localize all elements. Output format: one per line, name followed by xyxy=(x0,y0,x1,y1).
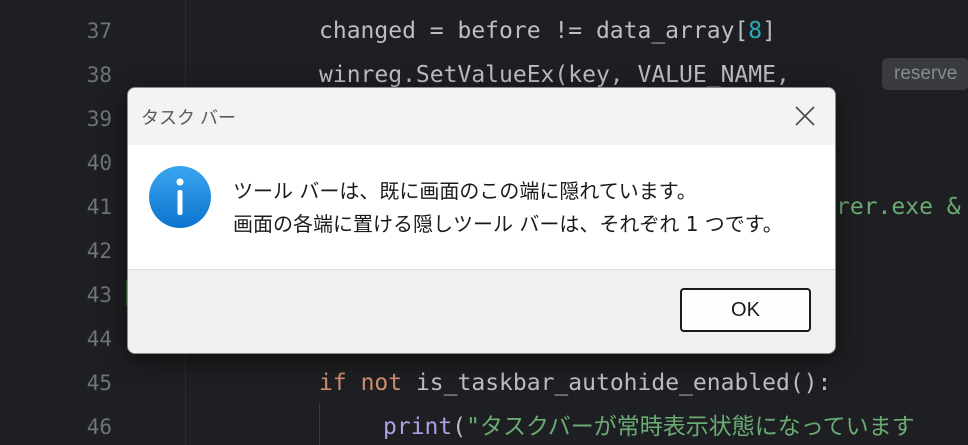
code-editor[interactable]: 37 38 39 40 41 42 43 44 45 46 changed = … xyxy=(0,0,968,445)
line-number: 45 xyxy=(86,371,112,395)
dialog-titlebar[interactable]: タスク バー xyxy=(128,88,835,145)
ok-button[interactable]: OK xyxy=(680,288,811,332)
line-number: 42 xyxy=(86,239,112,263)
line-number: 43 xyxy=(86,283,112,307)
code-string: "タスクバーが常時表示状態になっています xyxy=(466,414,915,440)
message-line-1: ツール バーは、既に画面のこの端に隠れています。 xyxy=(233,179,697,203)
line-number: 37 xyxy=(86,19,112,43)
line-number: 46 xyxy=(86,415,112,439)
code-text: ] xyxy=(762,18,776,44)
code-line-37[interactable]: changed = before != data_array[8] xyxy=(319,9,776,53)
code-text: winreg.SetValueEx(key, VALUE_NAME, xyxy=(319,62,804,88)
dialog-message: ツール バーは、既に画面のこの端に隠れています。 画面の各端に置ける隠しツール … xyxy=(233,175,783,241)
code-line-41-fragment[interactable]: rer.exe & xyxy=(836,185,961,229)
line-number: 44 xyxy=(86,327,112,351)
line-number: 40 xyxy=(86,151,112,175)
code-line-45[interactable]: if not is_taskbar_autohide_enabled(): xyxy=(319,361,831,405)
close-icon xyxy=(795,106,815,126)
code-text: is_taskbar_autohide_enabled(): xyxy=(402,370,832,396)
dialog-title: タスク バー xyxy=(141,108,237,128)
info-icon xyxy=(149,166,211,228)
parameter-hint: reserve xyxy=(882,58,968,90)
line-number: 38 xyxy=(86,63,112,87)
code-text: changed = before != data_array[ xyxy=(319,18,749,44)
taskbar-dialog: タスク バー ツール バーは、既に画面のこの端に隠れています。 画面の各端に置け… xyxy=(127,87,836,354)
line-number: 39 xyxy=(86,107,112,131)
keyword-not: not xyxy=(360,370,403,396)
message-line-2: 画面の各端に置ける隠しツール バーは、それぞれ 1 つです。 xyxy=(233,212,783,236)
dialog-body: ツール バーは、既に画面のこの端に隠れています。 画面の各端に置ける隠しツール … xyxy=(128,145,835,269)
close-button[interactable] xyxy=(783,96,827,136)
code-number: 8 xyxy=(748,18,763,44)
function-print: print xyxy=(383,414,453,440)
line-number: 41 xyxy=(86,195,112,219)
code-paren: ( xyxy=(452,414,467,440)
dialog-footer: OK xyxy=(128,269,835,353)
code-line-46[interactable]: print("タスクバーが常時表示状態になっています xyxy=(383,405,915,445)
indent-guide xyxy=(319,404,320,445)
keyword-if: if xyxy=(319,370,347,396)
